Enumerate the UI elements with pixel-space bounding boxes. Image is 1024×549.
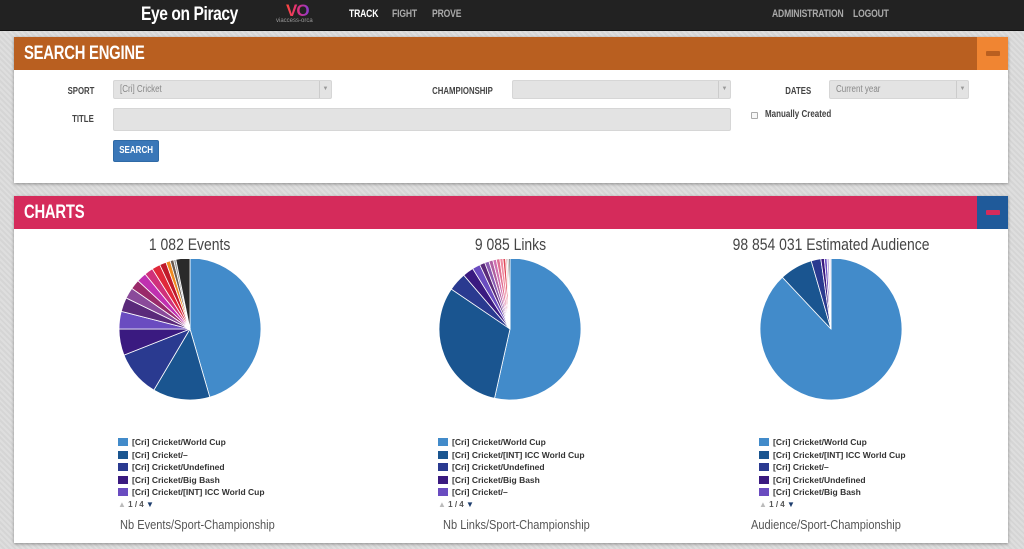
- legend-swatch: [759, 450, 769, 459]
- legend-swatch: [438, 450, 448, 459]
- links-chart-caption: Nb Links/Sport-Championship: [443, 517, 590, 532]
- sport-select[interactable]: [Cri] Cricket ▼: [113, 80, 332, 99]
- championship-label: CHAMPIONSHIP: [432, 86, 493, 97]
- audience-chart-caption: Audience/Sport-Championship: [751, 517, 901, 532]
- legend-item[interactable]: [Cri] Cricket/–: [118, 449, 265, 462]
- audience-legend: [Cri] Cricket/World Cup [Cri] Cricket/[I…: [759, 436, 906, 511]
- events-pie-chart[interactable]: [25, 259, 355, 439]
- legend-item[interactable]: [Cri] Cricket/[INT] ICC World Cup: [118, 486, 265, 499]
- nav-logout[interactable]: LOGOUT: [853, 8, 889, 20]
- championship-select[interactable]: ▼: [512, 80, 731, 99]
- sport-label: SPORT: [67, 86, 94, 97]
- search-panel-collapse-button[interactable]: [977, 37, 1008, 70]
- title-label: TITLE: [72, 114, 94, 125]
- legend-swatch: [438, 475, 448, 484]
- links-legend: [Cri] Cricket/World Cup [Cri] Cricket/[I…: [438, 436, 585, 511]
- minus-icon: [986, 51, 1000, 56]
- legend-item[interactable]: [Cri] Cricket/Big Bash: [759, 486, 906, 499]
- sport-select-value: [Cri] Cricket: [120, 84, 162, 95]
- legend-item[interactable]: [Cri] Cricket/World Cup: [438, 436, 585, 449]
- viaccess-orca-logo: VO viaccess-orca: [274, 1, 320, 28]
- legend-prev-icon[interactable]: ▲: [438, 500, 446, 509]
- charts-panel-header: CHARTS: [14, 196, 1008, 229]
- legend-page: 1 / 4: [128, 499, 144, 509]
- legend-swatch: [438, 488, 448, 496]
- nav-fight[interactable]: FIGHT: [392, 8, 417, 20]
- legend-swatch: [118, 450, 128, 459]
- search-panel-title: SEARCH ENGINE: [24, 43, 145, 64]
- legend-next-icon[interactable]: ▼: [787, 500, 795, 509]
- legend-swatch: [118, 475, 128, 484]
- legend-swatch: [759, 488, 769, 496]
- audience-chart: 98 854 031 Estimated Audience [Cri] Cric…: [666, 229, 996, 543]
- events-chart-caption: Nb Events/Sport-Championship: [120, 517, 275, 532]
- chevron-down-icon: ▼: [956, 81, 968, 98]
- legend-item[interactable]: [Cri] Cricket/–: [759, 461, 906, 474]
- legend-item[interactable]: [Cri] Cricket/–: [438, 486, 585, 499]
- dates-select[interactable]: Current year ▼: [829, 80, 969, 99]
- title-input[interactable]: [113, 108, 731, 131]
- legend-swatch: [118, 463, 128, 471]
- audience-pie-chart[interactable]: [666, 259, 996, 439]
- events-legend: [Cri] Cricket/World Cup [Cri] Cricket/– …: [118, 436, 265, 511]
- search-panel-header: SEARCH ENGINE: [14, 37, 1008, 70]
- charts-panel: CHARTS 1 082 Events [Cri] Cricket/World …: [14, 196, 1008, 543]
- dates-select-value: Current year: [836, 84, 881, 95]
- links-chart: 9 085 Links [Cri] Cricket/World Cup [Cri…: [345, 229, 675, 543]
- legend-item[interactable]: [Cri] Cricket/Big Bash: [438, 474, 585, 487]
- legend-next-icon[interactable]: ▼: [466, 500, 474, 509]
- nav-administration[interactable]: ADMINISTRATION: [772, 8, 844, 20]
- chevron-down-icon: ▼: [319, 81, 331, 98]
- legend-swatch: [118, 488, 128, 496]
- events-chart-title: 1 082 Events: [149, 235, 231, 254]
- top-navbar: Eye on Piracy VO viaccess-orca TRACK FIG…: [0, 0, 1024, 31]
- nav-prove[interactable]: PROVE: [432, 8, 461, 20]
- search-button-label: SEARCH: [119, 145, 153, 156]
- legend-swatch: [759, 475, 769, 484]
- dates-label: DATES: [785, 86, 811, 97]
- legend-prev-icon[interactable]: ▲: [759, 500, 767, 509]
- events-chart: 1 082 Events [Cri] Cricket/World Cup [Cr…: [25, 229, 355, 543]
- legend-pager: ▲ 1 / 4 ▼: [118, 499, 265, 511]
- charts-panel-collapse-button[interactable]: [977, 196, 1008, 229]
- legend-item[interactable]: [Cri] Cricket/[INT] ICC World Cup: [438, 449, 585, 462]
- links-chart-title: 9 085 Links: [474, 235, 546, 254]
- legend-pager: ▲ 1 / 4 ▼: [759, 499, 906, 511]
- legend-swatch: [759, 438, 769, 446]
- legend-item[interactable]: [Cri] Cricket/World Cup: [759, 436, 906, 449]
- legend-item[interactable]: [Cri] Cricket/Undefined: [438, 461, 585, 474]
- legend-next-icon[interactable]: ▼: [146, 500, 154, 509]
- search-engine-panel: SEARCH ENGINE SPORT [Cri] Cricket ▼ CHAM…: [14, 37, 1008, 183]
- audience-chart-title: 98 854 031 Estimated Audience: [732, 235, 930, 254]
- logo-subtitle: viaccess-orca: [276, 18, 313, 24]
- legend-item[interactable]: [Cri] Cricket/[INT] ICC World Cup: [759, 449, 906, 462]
- legend-item[interactable]: [Cri] Cricket/Undefined: [759, 474, 906, 487]
- legend-swatch: [438, 438, 448, 446]
- legend-page: 1 / 4: [448, 499, 464, 509]
- links-pie-chart[interactable]: [345, 259, 675, 439]
- manually-created-label: Manually Created: [765, 109, 832, 120]
- legend-prev-icon[interactable]: ▲: [118, 500, 126, 509]
- minus-icon: [986, 210, 1000, 215]
- legend-item[interactable]: [Cri] Cricket/World Cup: [118, 436, 265, 449]
- nav-track[interactable]: TRACK: [349, 8, 378, 20]
- legend-pager: ▲ 1 / 4 ▼: [438, 499, 585, 511]
- legend-item[interactable]: [Cri] Cricket/Big Bash: [118, 474, 265, 487]
- legend-swatch: [759, 463, 769, 471]
- brand-title[interactable]: Eye on Piracy: [141, 4, 238, 26]
- legend-page: 1 / 4: [769, 499, 785, 509]
- legend-swatch: [118, 438, 128, 446]
- search-button[interactable]: SEARCH: [113, 140, 159, 162]
- chevron-down-icon: ▼: [718, 81, 730, 98]
- manually-created-checkbox[interactable]: [751, 112, 758, 119]
- charts-panel-title: CHARTS: [24, 202, 85, 223]
- legend-swatch: [438, 463, 448, 471]
- legend-item[interactable]: [Cri] Cricket/Undefined: [118, 461, 265, 474]
